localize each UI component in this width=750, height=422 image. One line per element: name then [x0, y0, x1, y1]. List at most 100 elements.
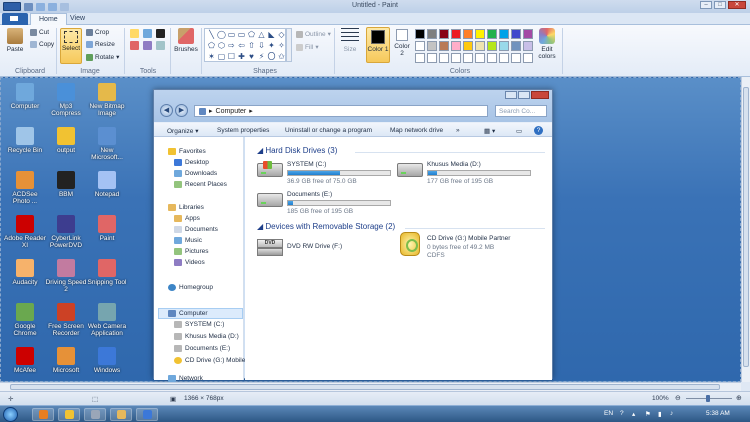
color-swatch[interactable] [415, 41, 425, 51]
shape-option[interactable]: ◣ [267, 30, 276, 40]
desktop-icon[interactable]: ACDSee Photo ... [3, 171, 47, 205]
desktop-icon[interactable]: Google Chrome [3, 303, 47, 337]
edit-colors-button[interactable]: Edit colors [536, 28, 558, 60]
shape-option[interactable]: ╲ [207, 30, 216, 40]
cut-button[interactable]: Cut [30, 29, 49, 36]
desktop-icon[interactable]: Driving Speed 2 [44, 259, 88, 293]
color-swatch[interactable] [475, 53, 485, 63]
taskbar-paint[interactable] [110, 408, 132, 421]
shape-option[interactable]: ✩ [277, 52, 286, 62]
color-swatch[interactable] [487, 29, 497, 39]
explorer-maximize-button[interactable] [518, 91, 530, 99]
color-swatch[interactable] [511, 41, 521, 51]
color-swatch[interactable] [427, 53, 437, 63]
desktop-icon[interactable]: Mp3 Compress [44, 83, 88, 117]
back-button[interactable]: ◀ [160, 104, 173, 117]
shape-option[interactable]: ◇ [277, 30, 286, 40]
drive-documents-e[interactable]: Documents (E:) 185 GB free of 195 GB [257, 191, 397, 215]
color-swatch[interactable] [439, 41, 449, 51]
desktop-icon[interactable]: BBM [44, 171, 88, 198]
color-swatch[interactable] [463, 53, 473, 63]
nav-system-c[interactable]: SYSTEM (C:) [174, 321, 224, 328]
search-input[interactable]: Search Co... [495, 105, 547, 117]
preview-pane-icon[interactable]: ▭ [516, 127, 522, 135]
organize-button[interactable]: Organize ▾ [167, 127, 198, 135]
color-swatch[interactable] [511, 53, 521, 63]
forward-button[interactable]: ▶ [175, 104, 188, 117]
nav-khusus-d[interactable]: Khusus Media (D:) [174, 333, 239, 340]
color-swatch[interactable] [523, 53, 533, 63]
text-tool-icon[interactable] [156, 29, 165, 38]
desktop-icon[interactable]: Computer [3, 83, 47, 110]
desktop-icon[interactable]: Recycle Bin [3, 127, 47, 154]
drive-cd-g[interactable]: CD Drive (G:) Mobile Partner 0 bytes fre… [397, 232, 547, 265]
color-swatch[interactable] [499, 41, 509, 51]
color-swatch[interactable] [439, 29, 449, 39]
desktop-icon[interactable]: Snipping Tool [85, 259, 129, 286]
rotate-button[interactable]: Rotate ▾ [86, 53, 119, 61]
outline-button[interactable]: Outline ▾ [296, 30, 331, 38]
nav-videos[interactable]: Videos [174, 259, 205, 266]
desktop-icon[interactable]: Windows [85, 347, 129, 374]
color-swatch[interactable] [451, 29, 461, 39]
color-swatch[interactable] [487, 41, 497, 51]
system-properties-button[interactable]: System properties [217, 127, 269, 134]
desktop-icon[interactable]: CyberLink PowerDVD [44, 215, 88, 249]
desktop-icon[interactable]: Free Screen Recorder [44, 303, 88, 337]
tray-expand-icon[interactable]: ▴ [632, 410, 635, 418]
shapes-gallery-scroll[interactable] [286, 28, 292, 62]
shape-option[interactable]: ⇦ [237, 41, 246, 51]
shape-option[interactable]: ✚ [237, 52, 246, 62]
uninstall-program-button[interactable]: Uninstall or change a program [285, 127, 372, 134]
hard-disk-drives-header[interactable]: ◢ Hard Disk Drives (3) [257, 146, 337, 155]
desktop-icon[interactable]: New Microsoft... [85, 127, 129, 161]
shape-option[interactable]: ⬡ [217, 41, 226, 51]
magnifier-icon[interactable] [156, 41, 165, 50]
tab-view[interactable]: View [62, 13, 93, 25]
taskbar-word[interactable] [136, 408, 158, 421]
tray-flag-icon[interactable]: ⚑ [645, 410, 651, 418]
scrollbar-thumb[interactable] [10, 384, 720, 390]
view-options-icon[interactable]: ▦ ▾ [484, 127, 495, 135]
nav-cd-g[interactable]: CD Drive (G:) Mobile [174, 357, 245, 364]
explorer-minimize-button[interactable] [505, 91, 517, 99]
taskbar-app[interactable] [84, 408, 106, 421]
shape-option[interactable]: ▭ [237, 30, 246, 40]
desktop-icon[interactable]: output [44, 127, 88, 154]
nav-favorites[interactable]: Favorites [168, 148, 206, 155]
drive-dvd-f[interactable]: DVD DVD RW Drive (F:) [257, 239, 397, 263]
nav-homegroup[interactable]: Homegroup [168, 284, 213, 291]
color-swatch[interactable] [523, 41, 533, 51]
nav-pictures[interactable]: Pictures [174, 248, 208, 255]
close-button[interactable]: ✕ [728, 1, 746, 9]
nav-recent-places[interactable]: Recent Places [174, 181, 227, 188]
desktop-icon[interactable]: McAfee [3, 347, 47, 374]
nav-libraries[interactable]: Libraries [168, 204, 204, 211]
color-swatch[interactable] [451, 41, 461, 51]
nav-documents[interactable]: Documents [174, 226, 218, 233]
shape-option[interactable]: 〇 [267, 52, 276, 62]
shape-option[interactable]: ▭ [227, 30, 236, 40]
shape-option[interactable]: △ [257, 30, 266, 40]
color-swatch[interactable] [499, 29, 509, 39]
color-swatch[interactable] [463, 41, 473, 51]
taskbar-firefox[interactable] [32, 408, 54, 421]
tray-network-icon[interactable]: ▮ [658, 410, 662, 418]
color-swatch[interactable] [523, 29, 533, 39]
shape-option[interactable]: ◯ [217, 30, 226, 40]
brushes-button[interactable]: Brushes [173, 28, 199, 53]
color-swatch[interactable] [427, 29, 437, 39]
shape-option[interactable]: ✦ [267, 41, 276, 51]
start-button[interactable] [3, 407, 18, 422]
color-swatch[interactable] [427, 41, 437, 51]
zoom-in-icon[interactable]: ⊕ [736, 394, 742, 402]
color1-button[interactable]: Color 1 [366, 27, 390, 63]
shape-option[interactable]: ⬠ [247, 30, 256, 40]
desktop-icon[interactable]: New Bitmap Image [85, 83, 129, 117]
tray-help-icon[interactable]: ? [620, 410, 624, 417]
nav-apps[interactable]: Apps [174, 215, 200, 222]
color-picker-icon[interactable] [143, 41, 152, 50]
tab-file[interactable] [2, 13, 28, 25]
shape-option[interactable]: ⬠ [207, 41, 216, 51]
desktop-icon[interactable]: Notepad [85, 171, 129, 198]
